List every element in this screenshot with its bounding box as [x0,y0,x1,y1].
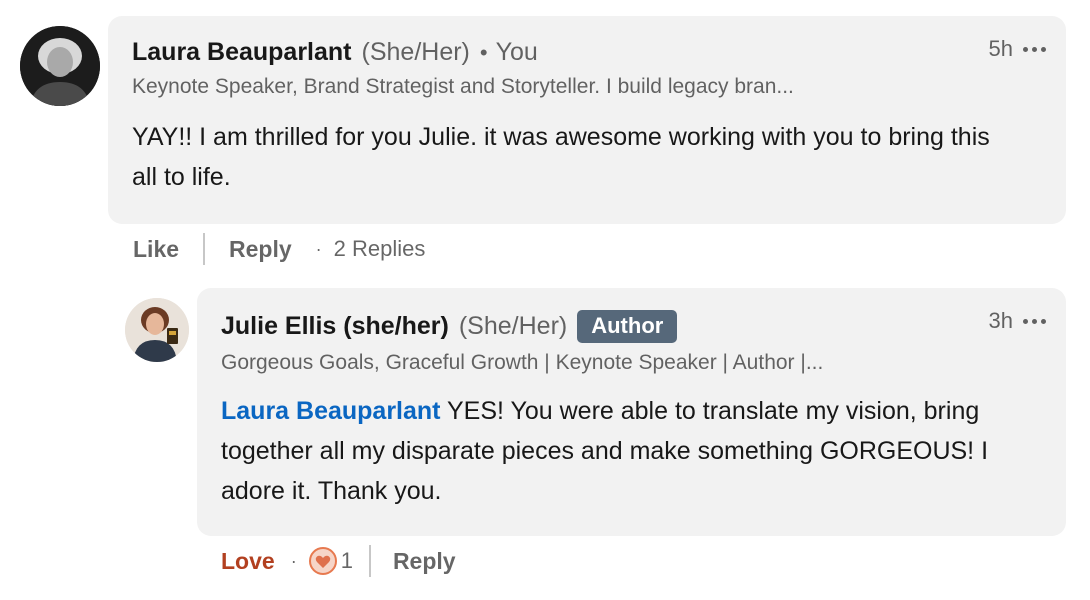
comment-you-label: You [495,38,538,66]
comment-header: Laura Beauparlant (She/Her) • You [132,38,1042,67]
reply-author-pronouns: (She/Her) [458,312,568,340]
like-button[interactable]: Like [133,236,179,263]
comment-actions: Like Reply · 2 Replies [133,232,425,266]
comment-author-headline[interactable]: Keynote Speaker, Brand Strategist and St… [132,75,1042,99]
comment-text: YAY!! I am thrilled for you Julie. it wa… [132,123,990,191]
profile-photo-laura [20,26,100,106]
reply-text: Laura Beauparlant YES! You were able to … [221,391,1031,511]
heart-reaction-icon[interactable] [308,547,337,575]
comment-meta: 5h [989,36,1048,62]
reply-bubble: Julie Ellis (she/her) (She/Her) Author G… [197,288,1066,536]
action-dot: · [290,550,297,571]
ellipsis-icon[interactable] [1021,315,1048,328]
profile-photo-julie [125,298,189,362]
comment-timestamp: 5h [988,36,1013,61]
reply-actions: Love · 1 Reply [221,544,456,578]
action-divider [203,233,206,265]
comment-bubble: Laura Beauparlant (She/Her) • You Keynot… [108,16,1066,224]
reply-timestamp: 3h [988,308,1013,333]
reaction-count[interactable]: 1 [341,548,353,574]
reply-header: Julie Ellis (she/her) (She/Her) Author [221,310,1042,343]
love-reaction-button[interactable]: Love [221,548,275,575]
reply-button[interactable]: Reply [393,548,456,575]
action-divider [368,545,371,577]
mention-link[interactable]: Laura Beauparlant [221,397,441,425]
comment-separator: • [479,39,488,65]
avatar-julie[interactable] [125,298,189,362]
reply-author-headline[interactable]: Gorgeous Goals, Graceful Growth | Keynot… [221,351,1042,375]
reply-author-name[interactable]: Julie Ellis (she/her) [221,312,449,341]
action-dot: · [315,238,322,259]
ellipsis-icon[interactable] [1021,43,1048,56]
comment-author-name[interactable]: Laura Beauparlant [132,38,352,67]
replies-link[interactable]: 2 Replies [334,236,426,262]
avatar-laura[interactable] [20,26,100,106]
comment-author-pronouns: (She/Her) [361,38,470,66]
author-badge: Author [577,310,678,343]
reply-button[interactable]: Reply [229,236,292,263]
reply-meta: 3h [989,308,1048,334]
